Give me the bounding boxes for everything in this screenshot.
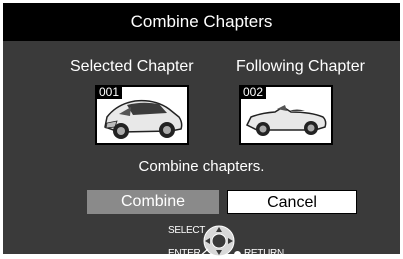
selected-chapter-label: Selected Chapter: [70, 58, 194, 75]
enter-hint-label: ENTER: [168, 248, 201, 259]
dialog-title: Combine Chapters: [3, 3, 400, 41]
return-hint-label: RETURN: [244, 248, 284, 259]
selected-chapter-thumbnail: 001: [95, 85, 189, 145]
confirm-message: Combine chapters.: [138, 158, 265, 175]
cancel-button[interactable]: Cancel: [227, 190, 357, 214]
following-chapter-number: 002: [240, 86, 267, 99]
combine-chapters-dialog: Combine Chapters Selected Chapter Follow…: [1, 1, 402, 259]
following-chapter-thumbnail: 002: [239, 85, 333, 145]
remote-navigation-hint: SELECT ENTER RETURN: [3, 219, 400, 259]
following-chapter-label: Following Chapter: [236, 58, 365, 75]
selected-chapter-number: 001: [96, 86, 123, 99]
combine-button[interactable]: Combine: [87, 190, 219, 214]
directional-pad-icon: [199, 225, 235, 258]
